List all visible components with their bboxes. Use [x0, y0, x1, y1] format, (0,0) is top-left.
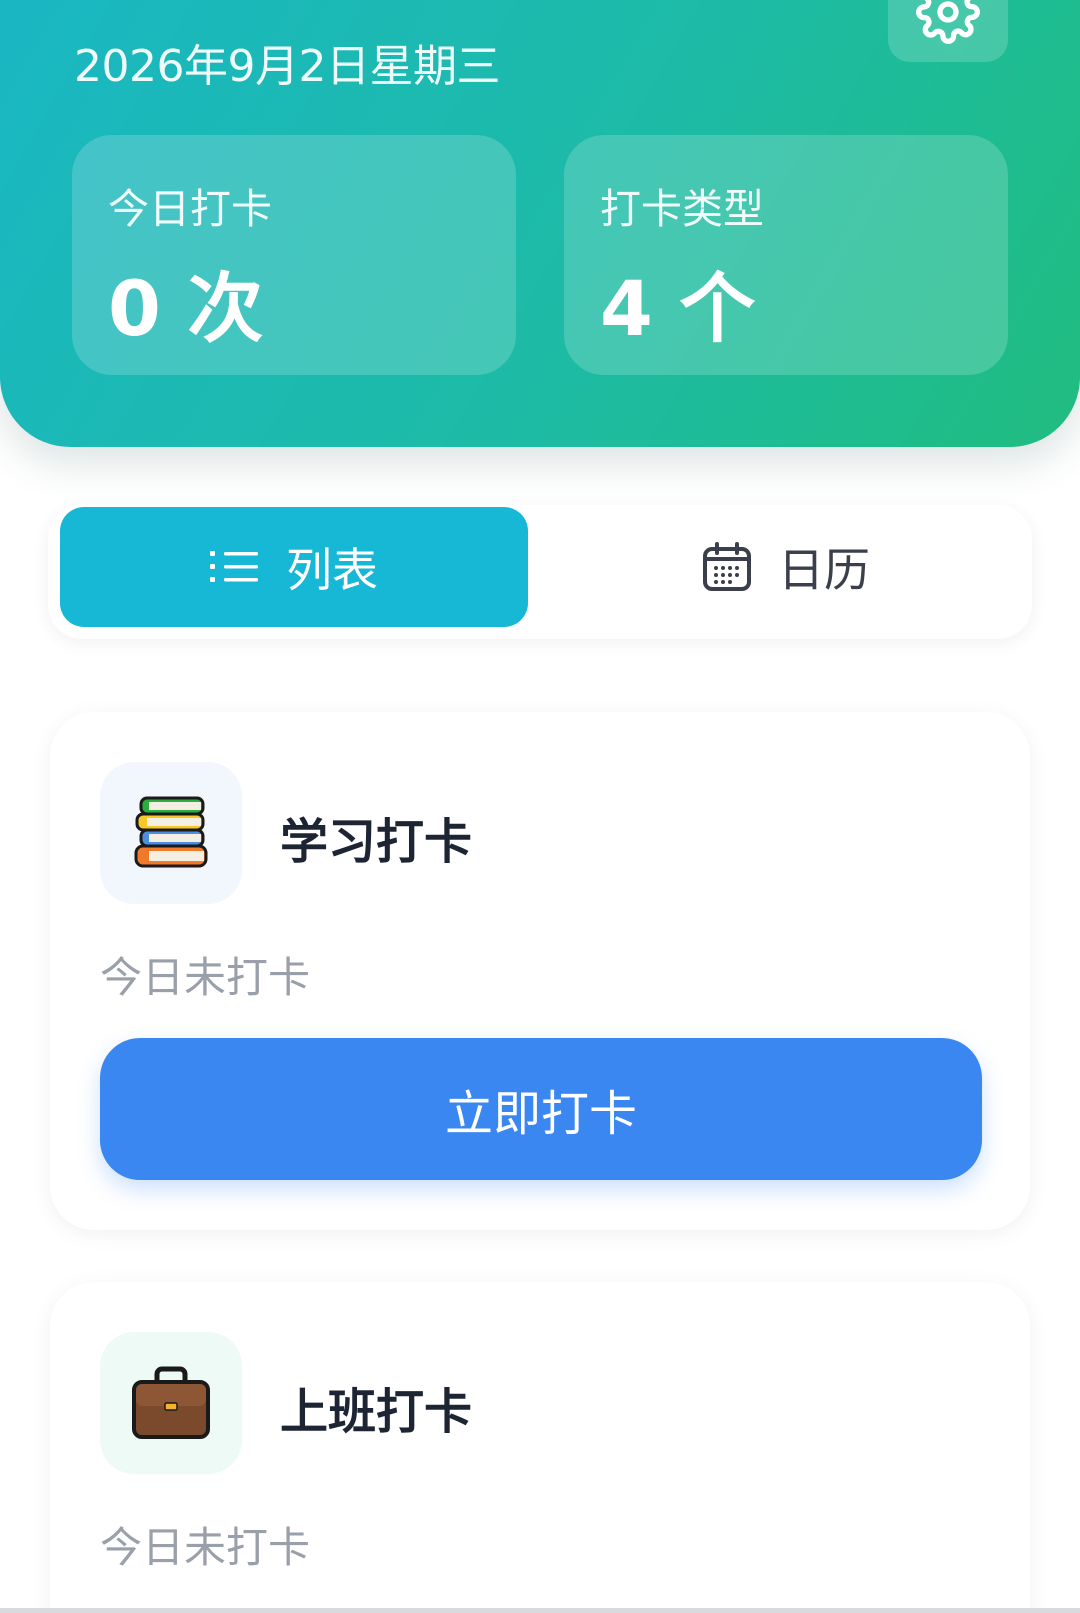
stat-card-today: 今日打卡 0 次: [72, 135, 516, 375]
stat-label: 今日打卡: [108, 185, 272, 233]
bottom-divider: [0, 1608, 1080, 1613]
view-toggle: 列表 日历: [48, 505, 1032, 639]
checkin-button[interactable]: 立即打卡: [100, 1038, 982, 1180]
settings-button[interactable]: [888, 0, 1008, 62]
stat-label: 打卡类型: [600, 185, 764, 233]
list-icon: [210, 551, 258, 582]
checkin-card-study: 学习打卡 今日未打卡 立即打卡: [50, 712, 1030, 1230]
books-icon: [134, 796, 208, 868]
stat-value: 0 次: [108, 264, 264, 353]
briefcase-icon: [132, 1366, 210, 1439]
card-status: 今日未打卡: [100, 1523, 311, 1572]
card-icon-container: [100, 1332, 242, 1474]
card-icon-container: [100, 762, 242, 904]
card-title: 上班打卡: [280, 1384, 473, 1440]
tab-calendar[interactable]: 日历: [552, 507, 1020, 627]
card-title: 学习打卡: [280, 814, 473, 870]
stat-value: 4 个: [600, 264, 756, 353]
stat-card-types: 打卡类型 4 个: [564, 135, 1008, 375]
checkin-card-work: 上班打卡 今日未打卡: [50, 1282, 1030, 1613]
gear-icon: [916, 0, 980, 44]
tab-calendar-label: 日历: [778, 543, 870, 597]
tab-list-label: 列表: [286, 543, 378, 597]
header: 2026年9月2日星期三 今日打卡 0 次 打卡类型 4 个: [0, 0, 1080, 447]
calendar-icon: [703, 542, 751, 591]
card-status: 今日未打卡: [100, 953, 311, 1002]
current-date: 2026年9月2日星期三: [74, 41, 500, 92]
tab-list[interactable]: 列表: [60, 507, 528, 627]
